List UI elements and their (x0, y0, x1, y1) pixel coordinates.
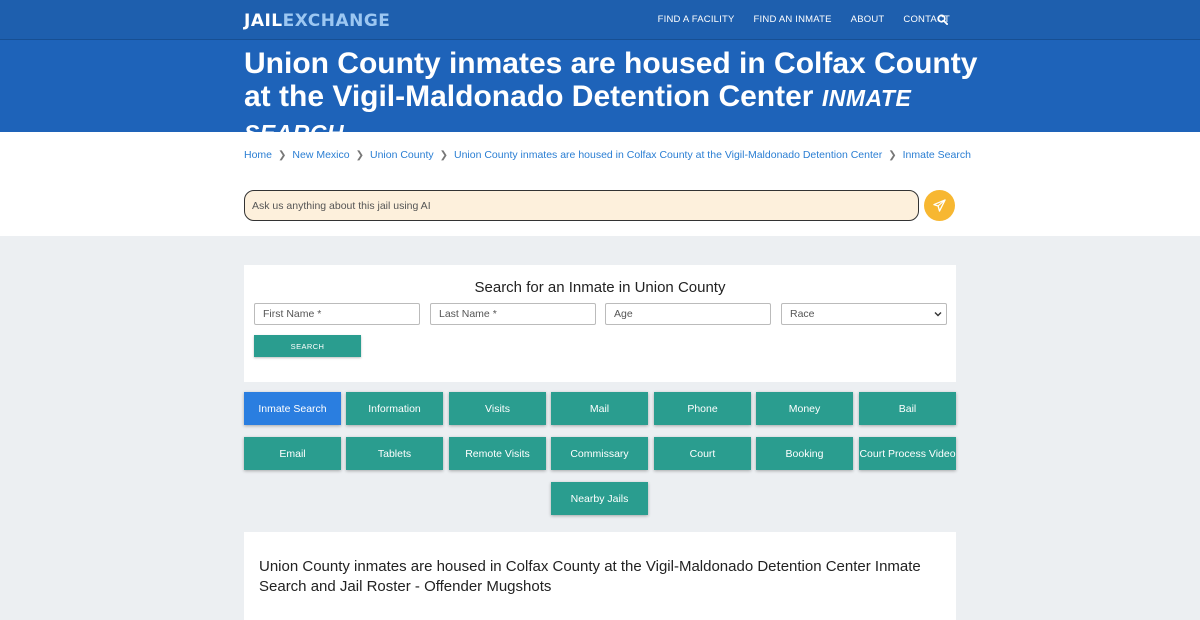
first-name-placeholder: First Name * (263, 308, 322, 320)
first-name-field[interactable]: First Name * (254, 303, 420, 325)
tile-remote-visits[interactable]: Remote Visits (449, 437, 546, 470)
breadcrumb-county[interactable]: Union County (370, 149, 434, 161)
last-name-placeholder: Last Name * (439, 308, 497, 320)
tile-nearby-jails[interactable]: Nearby Jails (551, 482, 648, 515)
breadcrumb-section: Home ❯ New Mexico ❯ Union County ❯ Union… (0, 132, 1200, 236)
nav-find-facility[interactable]: FIND A FACILITY (658, 14, 735, 25)
tile-email[interactable]: Email (244, 437, 341, 470)
chevron-down-icon (934, 312, 942, 317)
tile-booking[interactable]: Booking (756, 437, 853, 470)
article-card: Union County inmates are housed in Colfa… (244, 532, 956, 620)
race-select-value: Race (790, 308, 815, 320)
tile-tablets[interactable]: Tablets (346, 437, 443, 470)
article-title: Union County inmates are housed in Colfa… (259, 558, 921, 595)
logo-text-jail: JAIL (244, 11, 283, 31)
ai-question-input[interactable] (244, 190, 919, 221)
tile-mail[interactable]: Mail (551, 392, 648, 425)
chevron-right-icon: ❯ (888, 149, 897, 161)
chevron-right-icon: ❯ (278, 149, 287, 161)
search-title: Search for an Inmate in Union County (474, 279, 726, 296)
search-icon[interactable] (937, 14, 948, 25)
tile-visits[interactable]: Visits (449, 392, 546, 425)
breadcrumb: Home ❯ New Mexico ❯ Union County ❯ Union… (244, 149, 971, 161)
chevron-right-icon: ❯ (355, 149, 364, 161)
inmate-search-card: Search for an Inmate in Union County Fir… (244, 265, 956, 382)
nav-find-inmate[interactable]: FIND AN INMATE (754, 14, 832, 25)
paper-plane-icon (933, 199, 946, 212)
nav-about[interactable]: ABOUT (851, 14, 885, 25)
logo-text-exchange: EXCHANGE (282, 11, 391, 31)
breadcrumb-facility[interactable]: Union County inmates are housed in Colfa… (454, 149, 882, 161)
chevron-right-icon: ❯ (439, 149, 448, 161)
race-select[interactable]: Race (781, 303, 947, 325)
last-name-field[interactable]: Last Name * (430, 303, 596, 325)
age-placeholder: Age (614, 308, 633, 320)
breadcrumb-state[interactable]: New Mexico (292, 149, 349, 161)
breadcrumb-home[interactable]: Home (244, 149, 272, 161)
top-navbar: JAILEXCHANGE FIND A FACILITY FIND AN INM… (0, 0, 1200, 40)
age-field[interactable]: Age (605, 303, 771, 325)
hero-banner: Union County inmates are housed in Colfa… (0, 40, 1200, 146)
tile-court[interactable]: Court (654, 437, 751, 470)
tile-bail[interactable]: Bail (859, 392, 956, 425)
search-button[interactable]: SEARCH (254, 335, 361, 357)
site-logo[interactable]: JAILEXCHANGE (244, 11, 390, 31)
tile-inmate-search[interactable]: Inmate Search (244, 392, 341, 425)
tile-court-process-video[interactable]: Court Process Video (859, 437, 956, 470)
tile-money[interactable]: Money (756, 392, 853, 425)
breadcrumb-current[interactable]: Inmate Search (903, 149, 971, 161)
ai-send-button[interactable] (924, 190, 955, 221)
nav-links: FIND A FACILITY FIND AN INMATE ABOUT CON… (658, 14, 950, 25)
tile-phone[interactable]: Phone (654, 392, 751, 425)
tile-commissary[interactable]: Commissary (551, 437, 648, 470)
tile-information[interactable]: Information (346, 392, 443, 425)
